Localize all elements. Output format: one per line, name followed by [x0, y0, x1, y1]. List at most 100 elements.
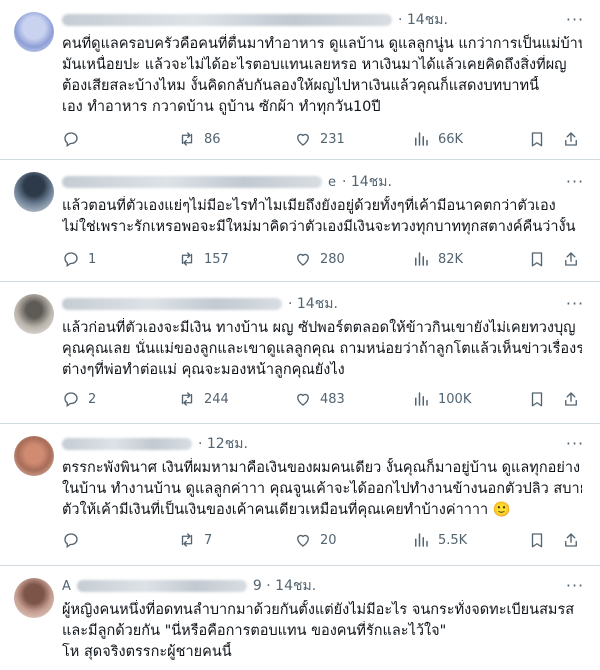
reply-icon: [64, 392, 78, 408]
like-button[interactable]: 20: [294, 531, 337, 549]
retweet-icon: [181, 252, 193, 266]
tweet-header: · 12ชม.: [62, 434, 248, 454]
tweet-text: คนที่ดูแลครอบครัวคือคนที่ตื่นมาทำอาหาร ด…: [62, 34, 582, 118]
like-button[interactable]: 231: [294, 130, 345, 148]
tweet[interactable]: e · 14ชม. ··· แล้วตอนที่ตัวเองแย่ๆไม่มีอ…: [0, 160, 600, 282]
action-bar: 1 157 280 82K: [62, 248, 582, 270]
reply-button[interactable]: 2: [62, 390, 96, 408]
timestamp[interactable]: · 14ชม.: [288, 293, 338, 315]
bookmark-button[interactable]: [528, 250, 554, 268]
tweet-line: และมีลูกด้วยกัน "นี่หรือคือการตอบแทน ของ…: [62, 623, 447, 639]
share-icon: [565, 392, 577, 406]
share-button[interactable]: [562, 390, 588, 408]
more-icon[interactable]: ···: [564, 434, 586, 454]
tweet-header: · 14ชม.: [62, 10, 448, 30]
like-icon: [297, 133, 309, 146]
timestamp[interactable]: 9 · 14ชม.: [253, 575, 316, 597]
like-button[interactable]: 483: [294, 390, 345, 408]
more-icon[interactable]: ···: [564, 172, 586, 192]
more-icon[interactable]: ···: [564, 576, 586, 596]
author-name-blurred[interactable]: [62, 14, 392, 26]
tweet-line: มันเหนื่อยปะ แล้วจะไม่ได้อะไรตอบแทนเลยหร…: [62, 57, 567, 73]
tweet-line: โห สุดจริงตรรกะผู้ชายคนนี้: [62, 644, 232, 660]
avatar[interactable]: [14, 12, 54, 52]
share-button[interactable]: [562, 250, 588, 268]
timestamp[interactable]: · 14ชม.: [398, 9, 448, 31]
reply-count: 2: [88, 391, 97, 407]
author-name-blurred[interactable]: [62, 438, 192, 450]
timestamp[interactable]: · 12ชม.: [198, 433, 248, 455]
tweet[interactable]: A 9 · 14ชม. ··· ผู้หญิงคนหนึ่งที่อดทนลำบ…: [0, 566, 600, 670]
retweet-button[interactable]: 244: [178, 390, 229, 408]
more-icon[interactable]: ···: [564, 10, 586, 30]
reply-icon: [64, 533, 78, 549]
like-count: 280: [320, 251, 345, 267]
reply-button[interactable]: 1: [62, 250, 96, 268]
tweet-line: ผู้หญิงคนหนึ่งที่อดทนลำบากมาด้วยกันตั้งแ…: [62, 602, 575, 618]
avatar[interactable]: [14, 294, 54, 334]
avatar[interactable]: [14, 436, 54, 476]
tweet-line: ไม่ใช่เพราะรักเหรอพอจะมีใหม่มาคิดว่าตัวเ…: [62, 219, 576, 235]
tweet-line: แล้วก่อนที่ตัวเองจะมีเงิน ทางบ้าน ผญ ซัป…: [62, 320, 576, 336]
views-icon: [415, 392, 428, 406]
tweet-header: e · 14ชม.: [62, 172, 392, 192]
tweet[interactable]: · 14ชม. ··· คนที่ดูแลครอบครัวคือคนที่ตื่…: [0, 0, 600, 160]
views-count: 100K: [438, 391, 472, 407]
views-count: 82K: [438, 251, 464, 267]
tweet-text: แล้วตอนที่ตัวเองแย่ๆไม่มีอะไรทำไมเมียถึง…: [62, 196, 582, 238]
reply-feed: · 14ชม. ··· คนที่ดูแลครอบครัวคือคนที่ตื่…: [0, 0, 600, 670]
share-icon: [565, 533, 577, 547]
bookmark-button[interactable]: [528, 130, 554, 148]
views-count: 5.5K: [438, 532, 468, 548]
action-bar: 7 20 5.5K: [62, 529, 582, 551]
author-name-fragment: e: [328, 174, 336, 190]
like-icon: [297, 534, 309, 547]
tweet-line: ต้องเสียสละบ้างไหม งั้นคิดกลับกันลองให้ผ…: [62, 78, 540, 94]
author-name-blurred[interactable]: [62, 176, 322, 188]
timestamp[interactable]: · 14ชม.: [342, 171, 392, 193]
reply-button[interactable]: [62, 531, 88, 549]
bookmark-button[interactable]: [528, 531, 554, 549]
avatar[interactable]: [14, 578, 54, 618]
like-icon: [297, 393, 309, 406]
share-icon: [565, 132, 577, 146]
author-name-blurred[interactable]: [62, 298, 282, 310]
like-button[interactable]: 280: [294, 250, 345, 268]
retweet-count: 7: [204, 532, 213, 548]
author-name-blurred[interactable]: [76, 580, 247, 592]
like-count: 231: [320, 131, 345, 147]
views-icon: [415, 533, 428, 547]
views-button[interactable]: 66K: [412, 130, 463, 148]
reply-icon: [64, 132, 78, 148]
retweet-icon: [181, 132, 193, 146]
bookmark-icon: [531, 132, 543, 147]
more-icon[interactable]: ···: [564, 294, 586, 314]
tweet-line: ตรรกะพังพินาศ เงินที่ผมหามาคือเงินของผมค…: [62, 460, 581, 476]
tweet[interactable]: · 12ชม. ··· ตรรกะพังพินาศ เงินที่ผมหามาค…: [0, 424, 600, 566]
action-bar: 2 244 483 100K: [62, 388, 582, 410]
tweet-header: A 9 · 14ชม.: [62, 576, 316, 596]
avatar[interactable]: [14, 172, 54, 212]
tweet[interactable]: · 14ชม. ··· แล้วก่อนที่ตัวเองจะมีเงิน ทา…: [0, 282, 600, 424]
share-button[interactable]: [562, 531, 588, 549]
author-name-fragment: A: [62, 578, 71, 594]
retweet-count: 86: [204, 131, 221, 147]
retweet-button[interactable]: 7: [178, 531, 212, 549]
share-button[interactable]: [562, 130, 588, 148]
tweet-line: แล้วตอนที่ตัวเองแย่ๆไม่มีอะไรทำไมเมียถึง…: [62, 198, 556, 214]
tweet-header: · 14ชม.: [62, 294, 338, 314]
views-button[interactable]: 100K: [412, 390, 471, 408]
retweet-button[interactable]: 157: [178, 250, 229, 268]
reply-count: 1: [88, 251, 97, 267]
reply-icon: [64, 252, 78, 268]
tweet-line: คนที่ดูแลครอบครัวคือคนที่ตื่นมาทำอาหาร ด…: [62, 36, 582, 52]
views-button[interactable]: 5.5K: [412, 531, 467, 549]
bookmark-icon: [531, 392, 543, 407]
tweet-line: ในบ้าน ทำงานบ้าน ดูแลลูกค่าาา คุณจูนเค้า…: [62, 481, 582, 497]
reply-button[interactable]: [62, 130, 88, 148]
views-button[interactable]: 82K: [412, 250, 463, 268]
bookmark-button[interactable]: [528, 390, 554, 408]
tweet-text: แล้วก่อนที่ตัวเองจะมีเงิน ทางบ้าน ผญ ซัป…: [62, 318, 582, 381]
tweet-line: เอง ทำอาหาร กวาดบ้าน ถูบ้าน ซักผ้า ทำทุก…: [62, 99, 381, 115]
retweet-button[interactable]: 86: [178, 130, 221, 148]
